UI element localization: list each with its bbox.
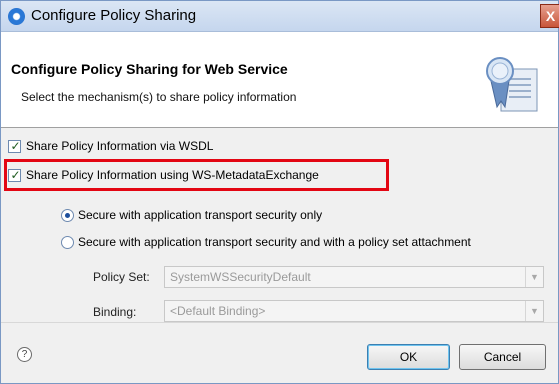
share-via-mex-label: Share Policy Information using WS-Metada…	[26, 168, 319, 182]
binding-value: <Default Binding>	[170, 304, 266, 318]
policy-set-value: SystemWSSecurityDefault	[170, 270, 311, 284]
transport-only-radio[interactable]	[61, 208, 74, 222]
close-button[interactable]: X	[540, 4, 559, 28]
configure-policy-sharing-dialog: Configure Policy Sharing X Configure Pol…	[0, 0, 559, 384]
title-bar[interactable]: Configure Policy Sharing X	[1, 1, 559, 32]
cancel-button[interactable]: Cancel	[459, 344, 546, 370]
policy-set-label: Policy Set:	[93, 270, 150, 284]
radio-selected-dot	[65, 212, 70, 218]
header-title: Configure Policy Sharing for Web Service	[11, 61, 288, 77]
ok-button[interactable]: OK	[367, 344, 450, 370]
chevron-down-icon[interactable]: ▼	[525, 301, 543, 321]
app-logo-icon	[8, 8, 25, 25]
share-via-wsdl-label: Share Policy Information via WSDL	[26, 139, 214, 153]
share-via-wsdl-option[interactable]: ✓ Share Policy Information via WSDL	[8, 138, 213, 154]
checkmark-icon: ✓	[10, 138, 21, 153]
share-via-mex-checkbox[interactable]: ✓	[8, 167, 21, 182]
binding-dropdown[interactable]: <Default Binding> ▼	[164, 300, 544, 322]
transport-only-label: Secure with application transport securi…	[78, 208, 323, 222]
help-icon[interactable]: ?	[17, 347, 32, 362]
dialog-header: Configure Policy Sharing for Web Service…	[1, 32, 558, 128]
transport-only-option[interactable]: Secure with application transport securi…	[61, 207, 322, 223]
certificate-document-icon	[486, 57, 538, 112]
share-via-mex-option[interactable]: ✓ Share Policy Information using WS-Meta…	[8, 167, 319, 183]
binding-label: Binding:	[93, 305, 137, 319]
policy-set-dropdown[interactable]: SystemWSSecurityDefault ▼	[164, 266, 544, 288]
button-bar-divider	[1, 322, 558, 323]
share-via-wsdl-checkbox[interactable]: ✓	[8, 138, 21, 153]
header-description: Select the mechanism(s) to share policy …	[21, 90, 297, 104]
policy-set-attachment-label: Secure with application transport securi…	[78, 235, 471, 249]
chevron-down-icon[interactable]: ▼	[525, 267, 543, 287]
policy-set-attachment-option[interactable]: Secure with application transport securi…	[61, 234, 471, 250]
checkmark-icon: ✓	[10, 167, 21, 182]
policy-set-attachment-radio[interactable]	[61, 235, 74, 249]
window-title: Configure Policy Sharing	[31, 7, 197, 24]
